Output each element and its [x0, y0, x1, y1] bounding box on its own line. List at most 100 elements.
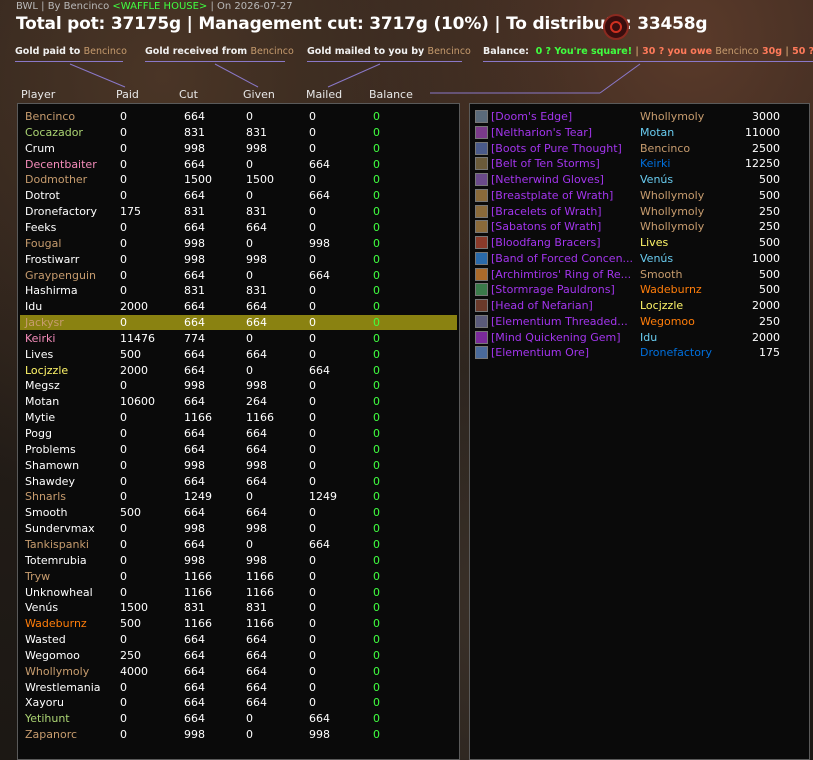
- player-row[interactable]: Mytie 0 1166 1166 0 0: [20, 410, 457, 425]
- player-row[interactable]: Dotrot 0 664 0 664 0: [20, 188, 457, 203]
- player-row[interactable]: Hashirma 0 831 831 0 0: [20, 283, 457, 298]
- loot-row[interactable]: [Boots of Pure Thought] Bencinco 2500: [472, 141, 807, 156]
- player-given: 0: [246, 490, 253, 504]
- player-cut: 664: [184, 189, 205, 203]
- player-name: Feeks: [25, 220, 57, 234]
- player-row[interactable]: Whollymoly 4000 664 664 0 0: [20, 664, 457, 679]
- player-row[interactable]: Locjzzle 2000 664 0 664 0: [20, 363, 457, 378]
- player-row[interactable]: Dodmother 0 1500 1500 0 0: [20, 172, 457, 187]
- player-row[interactable]: Motan 10600 664 264 0 0: [20, 394, 457, 409]
- column-balance[interactable]: Balance: [369, 88, 413, 101]
- player-row[interactable]: Shawdey 0 664 664 0 0: [20, 474, 457, 489]
- player-row[interactable]: Graypenguin 0 664 0 664 0: [20, 268, 457, 283]
- loot-row[interactable]: [Elementium Threaded... Wegomoo 250: [472, 314, 807, 329]
- loot-row[interactable]: [Mind Quickening Gem] Idu 2000: [472, 330, 807, 345]
- item-link[interactable]: [Sabatons of Wrath]: [491, 219, 636, 234]
- player-row[interactable]: Sundervmax 0 998 998 0 0: [20, 521, 457, 536]
- item-link[interactable]: [Elementium Threaded...: [491, 314, 636, 329]
- player-row[interactable]: Wegomoo 250 664 664 0 0: [20, 648, 457, 663]
- item-link[interactable]: [Boots of Pure Thought]: [491, 141, 636, 156]
- item-link[interactable]: [Band of Forced Concen...: [491, 251, 636, 266]
- loot-row[interactable]: [Head of Nefarian] Locjzzle 2000: [472, 298, 807, 313]
- player-row[interactable]: Bencinco 0 664 0 0 0: [20, 109, 457, 124]
- player-row[interactable]: Feeks 0 664 664 0 0: [20, 220, 457, 235]
- player-row[interactable]: Megsz 0 998 998 0 0: [20, 378, 457, 393]
- player-row[interactable]: Decentbaiter 0 664 0 664 0: [20, 157, 457, 172]
- boots-icon: [475, 141, 488, 155]
- player-given: 0: [246, 268, 253, 282]
- player-row[interactable]: Totemrubia 0 998 998 0 0: [20, 553, 457, 568]
- player-name: Hashirma: [25, 284, 78, 298]
- loot-list: [Doom's Edge] Whollymoly 3000 [Neltharion's…: [469, 103, 810, 760]
- player-row[interactable]: Zapanorc 0 998 0 998 0: [20, 727, 457, 742]
- player-row[interactable]: Tryw 0 1166 1166 0 0: [20, 569, 457, 584]
- player-name: Dodmother: [25, 173, 88, 187]
- player-cut: 831: [184, 284, 205, 298]
- item-winner: Wegomoo: [640, 314, 695, 328]
- column-player[interactable]: Player: [21, 88, 55, 101]
- item-link[interactable]: [Stormrage Pauldrons]: [491, 282, 636, 297]
- player-given: 998: [246, 522, 267, 536]
- player-name: Sundervmax: [25, 522, 95, 536]
- player-row[interactable]: Yetihunt 0 664 0 664 0: [20, 711, 457, 726]
- column-paid[interactable]: Paid: [116, 88, 139, 101]
- item-winner: Venús: [640, 173, 674, 186]
- player-name: Zapanorc: [25, 728, 78, 742]
- player-given: 664: [246, 220, 267, 234]
- player-row[interactable]: Tankispanki 0 664 0 664 0: [20, 537, 457, 552]
- item-winner: Whollymoly: [640, 188, 705, 202]
- item-link[interactable]: [Doom's Edge]: [491, 109, 636, 124]
- player-row[interactable]: Venús 1500 831 831 0 0: [20, 600, 457, 615]
- item-link[interactable]: [Bloodfang Bracers]: [491, 235, 636, 250]
- player-row[interactable]: Shnarls 0 1249 0 1249 0: [20, 489, 457, 504]
- item-link[interactable]: [Head of Nefarian]: [491, 298, 636, 313]
- player-row[interactable]: Shamown 0 998 998 0 0: [20, 458, 457, 473]
- player-row[interactable]: Keirki 11476 774 0 0 0: [20, 331, 457, 346]
- column-mailed[interactable]: Mailed: [306, 88, 342, 101]
- player-row[interactable]: Xayoru 0 664 664 0 0: [20, 695, 457, 710]
- player-given: 0: [246, 189, 253, 203]
- column-cut[interactable]: Cut: [179, 88, 198, 101]
- player-balance: 0: [373, 601, 380, 615]
- loot-row[interactable]: [Sabatons of Wrath] Whollymoly 250: [472, 219, 807, 234]
- player-row[interactable]: Fougal 0 998 0 998 0: [20, 236, 457, 251]
- item-link[interactable]: [Neltharion's Tear]: [491, 125, 636, 140]
- player-row[interactable]: Problems 0 664 664 0 0: [20, 442, 457, 457]
- player-row[interactable]: Idu 2000 664 664 0 0: [20, 299, 457, 314]
- player-row[interactable]: Crum 0 998 998 0 0: [20, 141, 457, 156]
- ring-icon: [475, 251, 488, 265]
- player-row[interactable]: Lives 500 664 664 0 0: [20, 347, 457, 362]
- player-row[interactable]: Wasted 0 664 664 0 0: [20, 632, 457, 647]
- item-link[interactable]: [Netherwind Gloves]: [491, 172, 636, 187]
- player-row[interactable]: Smooth 500 664 664 0 0: [20, 505, 457, 520]
- loot-row[interactable]: [Band of Forced Concen... Venús 1000: [472, 251, 807, 266]
- loot-row[interactable]: [Bloodfang Bracers] Lives 500: [472, 235, 807, 250]
- item-link[interactable]: [Belt of Ten Storms]: [491, 156, 636, 171]
- loot-row[interactable]: [Elementium Ore] Dronefactory 175: [472, 345, 807, 360]
- player-balance: 0: [373, 633, 380, 647]
- loot-row[interactable]: [Netherwind Gloves] Venús 500: [472, 172, 807, 187]
- loot-row[interactable]: [Belt of Ten Storms] Keirki 12250: [472, 156, 807, 171]
- item-link[interactable]: [Breastplate of Wrath]: [491, 188, 636, 203]
- player-row[interactable]: Wadeburnz 500 1166 1166 0 0: [20, 616, 457, 631]
- player-row[interactable]: Unknowheal 0 1166 1166 0 0: [20, 585, 457, 600]
- item-link[interactable]: [Bracelets of Wrath]: [491, 204, 636, 219]
- loot-row[interactable]: [Doom's Edge] Whollymoly 3000: [472, 109, 807, 124]
- player-row[interactable]: Frostiwarr 0 998 998 0 0: [20, 252, 457, 267]
- player-row[interactable]: Dronefactory 175 831 831 0 0: [20, 204, 457, 219]
- player-mailed: 998: [309, 236, 330, 250]
- loot-row[interactable]: [Breastplate of Wrath] Whollymoly 500: [472, 188, 807, 203]
- player-row[interactable]: Pogg 0 664 664 0 0: [20, 426, 457, 441]
- item-link[interactable]: [Mind Quickening Gem]: [491, 330, 636, 345]
- loot-row[interactable]: [Archimtiros' Ring of Re... Smooth 500: [472, 267, 807, 282]
- loot-row[interactable]: [Bracelets of Wrath] Whollymoly 250: [472, 204, 807, 219]
- player-row[interactable]: Wrestlemania 0 664 664 0 0: [20, 680, 457, 695]
- player-row[interactable]: Jackysr 0 664 664 0 0: [20, 315, 457, 331]
- item-link[interactable]: [Elementium Ore]: [491, 345, 636, 360]
- loot-row[interactable]: [Stormrage Pauldrons] Wadeburnz 500: [472, 282, 807, 297]
- player-row[interactable]: Cocazador 0 831 831 0 0: [20, 125, 457, 140]
- column-given[interactable]: Given: [243, 88, 275, 101]
- loot-row[interactable]: [Neltharion's Tear] Motan 11000: [472, 125, 807, 140]
- player-cut: 664: [184, 506, 205, 520]
- item-link[interactable]: [Archimtiros' Ring of Re...: [491, 267, 636, 282]
